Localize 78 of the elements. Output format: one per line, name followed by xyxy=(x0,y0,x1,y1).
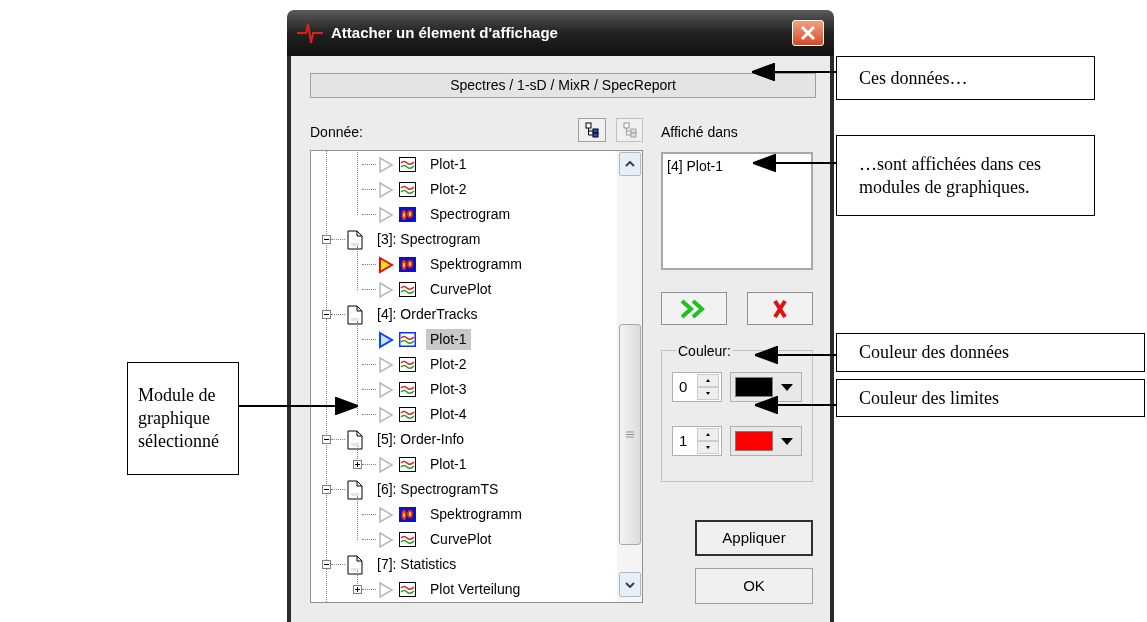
tree-item[interactable]: Plot-2 xyxy=(426,354,471,375)
tree-item[interactable]: Spektrogramm xyxy=(426,254,526,275)
tree-item[interactable]: Spektrogramm xyxy=(426,504,526,525)
list-item[interactable]: [4] Plot-1 xyxy=(667,156,807,177)
tree-icon xyxy=(585,122,599,138)
tree-item[interactable]: [6]: SpectrogramTS xyxy=(373,479,503,500)
grip-icon xyxy=(625,431,634,438)
expand-icon[interactable] xyxy=(353,585,362,594)
scroll-up-button[interactable] xyxy=(618,152,641,176)
chart-icon xyxy=(399,282,416,297)
chart-icon xyxy=(399,582,416,597)
color-dropdown[interactable] xyxy=(729,372,802,402)
data-label: Donnée: xyxy=(310,123,363,142)
document-icon xyxy=(347,479,363,500)
chevron-down-icon xyxy=(624,581,635,588)
expand-icon[interactable] xyxy=(353,460,362,469)
tree-item[interactable]: Plot-3 xyxy=(426,379,471,400)
chart-icon xyxy=(399,382,416,397)
tree-item[interactable]: CurvePlot xyxy=(426,529,496,550)
document-icon xyxy=(347,554,363,575)
scrollbar-thumb[interactable] xyxy=(618,324,641,545)
document-icon xyxy=(347,304,363,325)
tree-item[interactable]: Plot-1 xyxy=(426,154,471,175)
document-icon xyxy=(347,429,363,450)
tree-item[interactable]: Plot-2 xyxy=(426,179,471,200)
collapse-icon[interactable] xyxy=(322,310,331,319)
close-icon xyxy=(800,25,816,41)
expand-tree-button[interactable] xyxy=(578,118,606,142)
heatmap-icon xyxy=(399,507,416,522)
apply-button[interactable]: Appliquer xyxy=(695,520,813,556)
callout-label: Ces données… xyxy=(836,56,1095,100)
add-button[interactable] xyxy=(661,292,727,325)
heatmap-icon xyxy=(399,207,416,222)
path-field: Spectres / 1-sD / MixR / SpecReport xyxy=(310,73,816,98)
spin-arrows-icon xyxy=(696,374,719,400)
tree-icon xyxy=(622,122,637,138)
heatmap-icon xyxy=(399,257,416,272)
color-dropdown[interactable] xyxy=(729,426,802,456)
document-icon xyxy=(347,229,363,250)
close-button[interactable] xyxy=(792,20,824,46)
tree-item[interactable]: Spectrogram xyxy=(426,204,515,225)
window-title: Attacher un élement d'affichage xyxy=(331,22,558,43)
tree-item[interactable]: CurvePlot xyxy=(426,279,496,300)
chart-icon xyxy=(399,407,416,422)
remove-button[interactable] xyxy=(747,292,813,325)
chart-icon xyxy=(399,357,416,372)
chart-icon xyxy=(399,157,416,172)
spin-field[interactable]: 1 xyxy=(672,426,722,456)
tree-item[interactable]: Plot Verteilung xyxy=(426,579,525,600)
tree-item[interactable]: [5]: Order-Info xyxy=(373,429,469,450)
chart-icon xyxy=(399,332,416,347)
collapse-icon[interactable] xyxy=(322,560,331,569)
caret-icon xyxy=(780,383,793,391)
caret-icon xyxy=(780,437,793,445)
tree-item[interactable]: [7]: Statistics xyxy=(373,554,461,575)
collapse-icon[interactable] xyxy=(322,485,331,494)
collapse-icon[interactable] xyxy=(322,235,331,244)
chart-icon xyxy=(399,182,416,197)
collapse-icon[interactable] xyxy=(322,435,331,444)
chevron-up-icon xyxy=(624,161,635,167)
waveform-icon xyxy=(297,21,323,45)
chart-icon xyxy=(399,532,416,547)
shown-in-label: Affiché dans xyxy=(661,123,738,142)
spin-field[interactable]: 0 xyxy=(672,372,722,402)
tree-item[interactable]: Plot-1 xyxy=(426,454,471,475)
spin-arrows-icon xyxy=(696,428,719,454)
callout-label: Couleur des limites xyxy=(836,379,1145,417)
callout-label: Couleur des données xyxy=(836,333,1145,372)
chart-icon xyxy=(399,457,416,472)
tree-item[interactable]: [4]: OrderTracks xyxy=(373,304,482,325)
callout-label: Module de graphique sélectionné xyxy=(127,362,239,475)
tree-item[interactable]: Plot-4 xyxy=(426,404,471,425)
tree-item[interactable]: [3]: Spectrogram xyxy=(373,229,485,250)
callout-label: …sont affichées dans ces modules de graphiques. xyxy=(836,135,1095,216)
scroll-down-button[interactable] xyxy=(618,572,641,597)
ok-button[interactable]: OK xyxy=(695,568,813,604)
tree-item[interactable]: Plot-1 xyxy=(426,329,471,350)
x-icon xyxy=(772,298,788,319)
